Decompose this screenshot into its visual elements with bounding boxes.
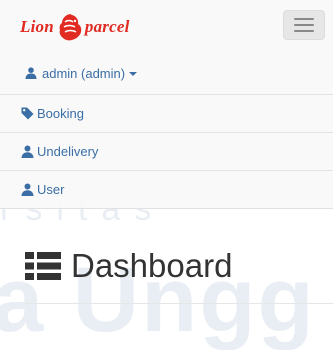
hamburger-bar (294, 18, 314, 20)
nav-item-label: User (37, 182, 65, 197)
nav-item-user[interactable]: User (0, 171, 333, 208)
nav-item-undelivery[interactable]: Undelivery (0, 133, 333, 171)
user-icon (21, 183, 34, 196)
user-dropdown-label: admin (admin) (42, 65, 126, 81)
nav-item-label: Undelivery (37, 144, 99, 159)
main-content: Dashboard (0, 241, 333, 304)
hamburger-bar (294, 24, 314, 26)
lion-logo-icon (59, 14, 82, 41)
nav-item-label: Booking (37, 106, 84, 121)
nav-item-booking[interactable]: Booking (0, 95, 333, 133)
navbar-header: Lion parcel (0, 0, 333, 52)
caret-down-icon (129, 72, 138, 76)
tag-icon (21, 107, 34, 120)
user-icon (25, 67, 37, 79)
page-title: Dashboard (71, 247, 233, 284)
navbar: Lion parcel admin (admin) Booking Undeli… (0, 0, 333, 209)
user-dropdown[interactable]: admin (admin) (0, 52, 333, 95)
menu-toggle-button[interactable] (283, 10, 325, 40)
brand-logo[interactable]: Lion parcel (20, 12, 130, 42)
user-icon (21, 145, 34, 158)
page-header: Dashboard (25, 241, 333, 291)
brand-word-left: Lion (20, 17, 54, 36)
list-icon (25, 252, 61, 280)
brand-word-right: parcel (84, 17, 130, 36)
hamburger-bar (294, 30, 314, 32)
header-divider (25, 303, 333, 304)
